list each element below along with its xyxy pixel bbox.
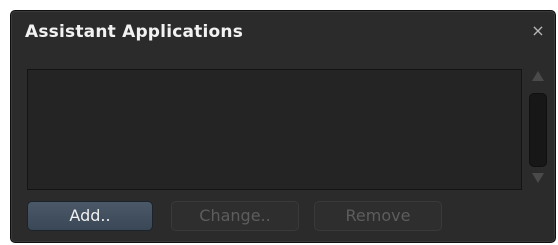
scroll-up-arrow-icon[interactable] bbox=[532, 71, 544, 81]
remove-button: Remove bbox=[314, 201, 442, 231]
list-scrollbar[interactable] bbox=[529, 71, 549, 189]
scroll-track[interactable] bbox=[529, 93, 547, 167]
applications-list[interactable] bbox=[27, 69, 522, 190]
dialog-title: Assistant Applications bbox=[25, 22, 244, 42]
change-button: Change.. bbox=[171, 201, 299, 231]
add-button[interactable]: Add.. bbox=[27, 201, 153, 231]
assistant-applications-dialog: Assistant Applications × Add.. Change.. … bbox=[10, 10, 556, 243]
close-icon[interactable]: × bbox=[527, 20, 549, 42]
title-bar[interactable]: Assistant Applications × bbox=[11, 11, 555, 56]
scroll-down-arrow-icon[interactable] bbox=[532, 173, 544, 183]
